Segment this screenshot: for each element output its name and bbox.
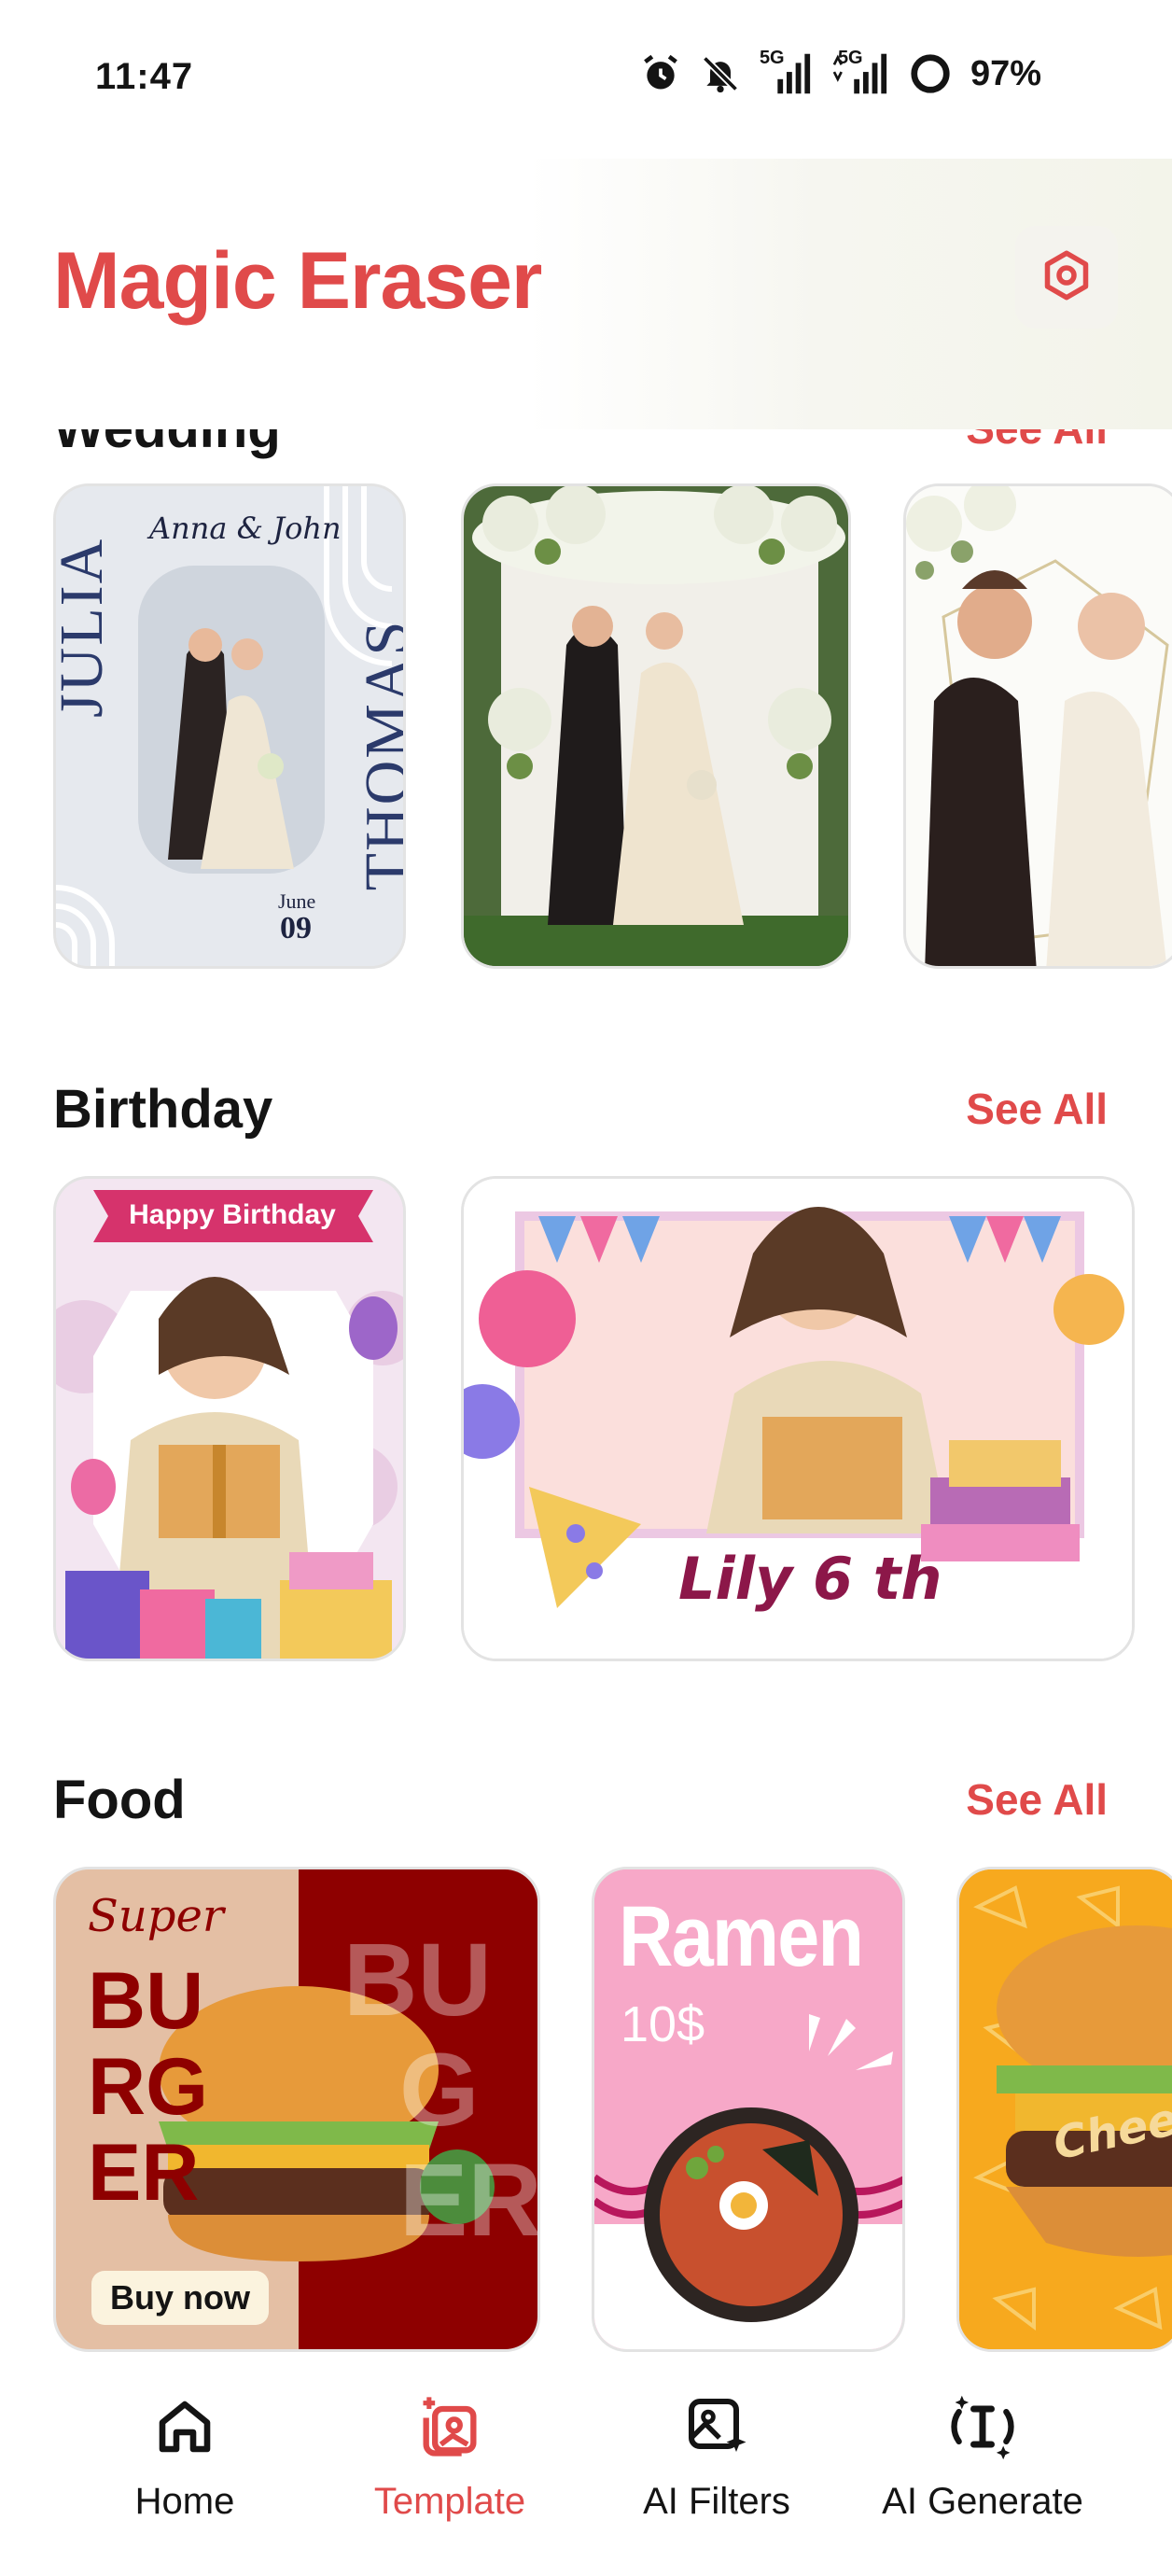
status-bar: 11:47 5G 5G 97% (0, 0, 1172, 159)
template-icon (412, 2389, 487, 2464)
food-card-burger[interactable]: Super BU RG ER BU G ER Buy now (53, 1867, 540, 2352)
burger-ghost-line: BU (343, 1923, 492, 2037)
ramen-price-text: 10$ (621, 1996, 705, 2052)
bell-off-icon (700, 53, 741, 94)
nav-ai-filters-label: AI Filters (643, 2481, 790, 2522)
nav-home-label: Home (134, 2481, 235, 2522)
wedding-couple-script: Anna & John (149, 511, 342, 546)
birthday-card-gifts[interactable]: Happy Birthday (53, 1176, 406, 1661)
bottom-navigation: Home Template AI Filters AI Generate (0, 2352, 1172, 2576)
wedding-arch-photo (464, 486, 848, 966)
burger-word-stack: BU RG ER (88, 1958, 208, 2216)
section-title-food: Food (53, 1770, 186, 1830)
burger-word-line: BU (88, 1956, 204, 2046)
ai-filters-icon (679, 2389, 754, 2464)
food-card-ramen[interactable]: Ramen 10$ (592, 1867, 905, 2352)
ramen-title-text: Ramen (619, 1889, 864, 1984)
wedding-date-day: 09 (280, 911, 312, 945)
birthday-card-party[interactable]: Lily 6 th (461, 1176, 1135, 1661)
status-time: 11:47 (95, 56, 194, 97)
app-title: Magic Eraser (53, 236, 542, 326)
home-icon (147, 2389, 222, 2464)
battery-percent: 97% (970, 53, 1041, 93)
nav-home[interactable]: Home (59, 2389, 311, 2523)
birthday-banner-text: Happy Birthday (129, 1199, 336, 1230)
section-header-birthday: Birthday See All (53, 1078, 1108, 1143)
see-all-food-link[interactable]: See All (966, 1774, 1108, 1825)
status-icons: 5G 5G 97% (640, 48, 1041, 95)
template-feed[interactable]: Wedding See All JULIA THOMAS Anna & John… (0, 429, 1172, 2352)
nav-template-label: Template (373, 2481, 526, 2522)
burger-word-line: RG (88, 2042, 208, 2132)
signal-5g-icon: 5G (832, 48, 890, 94)
burger-script-text: Super (88, 1890, 224, 1942)
section-header-wedding: Wedding See All (53, 429, 1108, 463)
section-header-food: Food See All (53, 1769, 1108, 1834)
burger-word-line: ER (88, 2128, 200, 2218)
wedding-right-name: THOMAS (353, 619, 406, 891)
nav-ai-generate-label: AI Generate (882, 2481, 1083, 2522)
birthday-gifts-photo (56, 1179, 403, 1659)
ai-generate-icon (945, 2389, 1020, 2464)
app-header: Magic Eraser (0, 159, 1172, 429)
signal-5g-icon: 5G (760, 48, 814, 94)
wedding-floral-photo (906, 486, 1172, 966)
nav-ai-generate[interactable]: AI Generate (857, 2389, 1109, 2523)
food-card-cheese[interactable]: Chees (956, 1867, 1172, 2352)
battery-ring-icon (909, 52, 952, 95)
wedding-card-floral[interactable] (903, 483, 1172, 969)
burger-ghost-line: G (399, 2033, 480, 2148)
wedding-left-name: JULIA (53, 537, 116, 718)
see-all-wedding-link[interactable]: See All (966, 429, 1108, 454)
birthday-caption-text: Lily 6 th (678, 1545, 942, 1613)
burger-ghost-line: ER (399, 2143, 540, 2258)
settings-hexagon-icon (1039, 247, 1095, 308)
see-all-birthday-link[interactable]: See All (966, 1084, 1108, 1134)
alarm-icon (640, 53, 681, 94)
section-title-wedding: Wedding (53, 429, 281, 460)
settings-button[interactable] (1015, 226, 1118, 329)
burger-ghost-stack: BU G ER (343, 1923, 540, 2258)
buy-now-button[interactable]: Buy now (91, 2271, 269, 2325)
wedding-card-names[interactable]: JULIA THOMAS Anna & John June 09 (53, 483, 406, 969)
wedding-card-arch[interactable] (461, 483, 851, 969)
nav-template[interactable]: Template (324, 2389, 576, 2523)
section-title-birthday: Birthday (53, 1079, 273, 1140)
nav-ai-filters[interactable]: AI Filters (591, 2389, 843, 2523)
